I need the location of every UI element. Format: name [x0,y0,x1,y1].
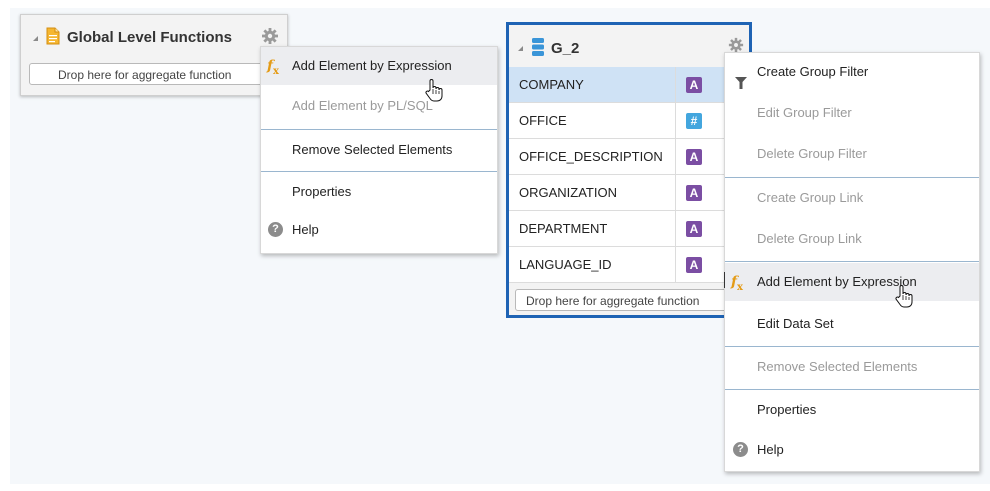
aggregate-drop-zone[interactable]: Drop here for aggregate function [515,289,743,311]
menu-item-help[interactable]: ? Help [261,211,497,249]
hand-pointer-cursor-icon [894,284,914,311]
menu-item-help[interactable]: ? Help [725,431,979,469]
menu-item-label: Remove Selected Elements [292,142,453,157]
document-icon [46,27,60,48]
menu-item-label: Create Group Filter [757,64,869,79]
text-type-icon: A [686,77,702,93]
table-row[interactable]: ORGANIZATION A [509,175,749,211]
panel-title: Global Level Functions [67,29,233,46]
table-row[interactable]: OFFICE_DESCRIPTION A [509,139,749,175]
data-group-icon [531,37,545,60]
menu-item-label: Delete Group Link [757,231,862,246]
menu-item-label: Edit Group Filter [757,105,852,120]
text-type-icon: A [686,221,702,237]
text-type-icon: A [686,149,702,165]
menu-item-label: Edit Data Set [757,316,834,331]
fx-icon: fx [731,274,743,293]
menu-item-label: Create Group Link [757,190,864,205]
menu-item-remove-selected-elements[interactable]: Remove Selected Elements [725,348,979,386]
menu-item-edit-group-filter[interactable]: Edit Group Filter [725,94,979,132]
menu-item-add-element-by-expression[interactable]: fx Add Element by Expression [261,47,497,85]
menu-item-create-group-filter[interactable]: Create Group Filter [725,53,979,91]
help-icon: ? [268,222,283,237]
menu-item-delete-group-link[interactable]: Delete Group Link [725,220,979,258]
menu-item-label: Properties [292,184,352,199]
menu-item-label: Add Element by Expression [757,274,917,289]
text-cursor-icon [724,272,725,288]
menu-item-edit-data-set[interactable]: Edit Data Set [725,305,979,343]
menu-item-properties[interactable]: Properties [725,391,979,429]
element-name: DEPARTMENT [519,221,608,236]
menu-divider [725,261,979,262]
gear-icon[interactable] [261,27,279,48]
column-divider [675,67,676,103]
column-divider [675,103,676,139]
menu-item-create-group-link[interactable]: Create Group Link [725,179,979,217]
table-row[interactable]: COMPANY A [509,67,749,103]
element-name: OFFICE [519,113,567,128]
text-type-icon: A [686,185,702,201]
menu-divider [261,129,497,130]
menu-item-properties[interactable]: Properties [261,173,497,211]
panel-title: G_2 [551,40,580,57]
menu-divider [725,389,979,390]
aggregate-drop-zone[interactable]: Drop here for aggregate function [29,63,279,85]
column-divider [675,247,676,283]
element-name: OFFICE_DESCRIPTION [519,149,663,164]
menu-item-label: Properties [757,402,817,417]
number-type-icon: # [686,113,702,129]
menu-divider [725,346,979,347]
menu-item-label: Add Element by PL/SQL [292,98,433,113]
global-context-menu: fx Add Element by Expression Add Element… [260,46,498,254]
menu-item-add-element-by-plsql[interactable]: Add Element by PL/SQL [261,87,497,125]
table-row[interactable]: DEPARTMENT A [509,211,749,247]
menu-item-add-element-by-expression[interactable]: fx Add Element by Expression [725,263,979,301]
menu-item-remove-selected-elements[interactable]: Remove Selected Elements [261,131,497,169]
column-divider [675,175,676,211]
text-type-icon: A [686,257,702,273]
menu-divider [725,177,979,178]
panel-header: Global Level Functions [21,23,287,51]
column-divider [675,211,676,247]
table-row[interactable]: LANGUAGE_ID A [509,247,749,283]
help-icon: ? [733,442,748,457]
collapse-triangle-icon[interactable] [33,36,38,41]
menu-item-label: Help [292,222,319,237]
hand-pointer-cursor-icon [424,78,444,105]
fx-icon: fx [267,58,279,77]
g2-data-group-panel[interactable]: G_2 COMPANY A OFFICE # OFFICE_DESCRIPTIO… [506,22,752,318]
g2-context-menu: Create Group Filter Edit Group Filter De… [724,52,980,472]
menu-divider [261,171,497,172]
menu-item-label: Help [757,442,784,457]
table-row[interactable]: OFFICE # [509,103,749,139]
menu-item-delete-group-filter[interactable]: Delete Group Filter [725,135,979,173]
menu-item-label: Delete Group Filter [757,146,867,161]
collapse-triangle-icon[interactable] [518,46,523,51]
column-divider [675,139,676,175]
element-name: LANGUAGE_ID [519,257,612,272]
element-name: COMPANY [519,77,584,92]
global-level-functions-panel: Global Level Functions Drop here for agg… [20,14,288,96]
element-name: ORGANIZATION [519,185,617,200]
menu-item-label: Remove Selected Elements [757,359,918,374]
